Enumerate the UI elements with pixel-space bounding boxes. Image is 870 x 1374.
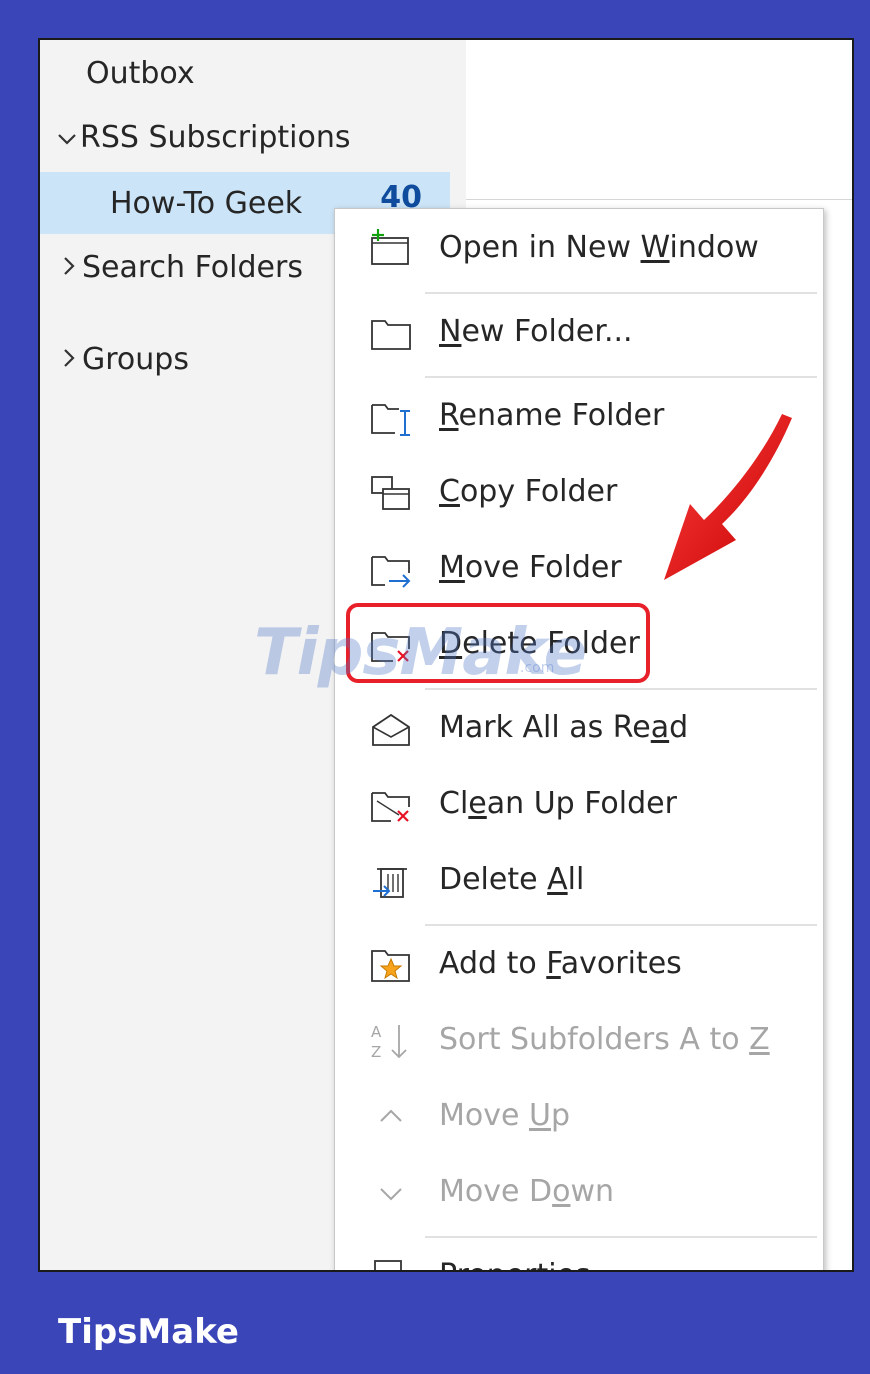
label-suffix: ll — [567, 862, 585, 897]
label-suffix: wn — [570, 1174, 615, 1209]
clean-up-folder-icon — [369, 785, 413, 825]
chevron-right-icon[interactable] — [56, 250, 82, 285]
access-key: U — [529, 1098, 551, 1133]
watermark-text: TipsMake — [254, 616, 587, 690]
label-prefix: Move — [439, 1098, 529, 1133]
properties-icon — [369, 1257, 413, 1270]
menu-item-delete-all[interactable]: Delete All — [335, 847, 825, 915]
access-key: W — [640, 230, 670, 265]
access-key: Z — [749, 1022, 770, 1057]
menu-item-add-to-favorites[interactable]: Add to Favorites — [335, 931, 825, 999]
rename-folder-icon — [369, 397, 413, 437]
new-folder-icon — [369, 313, 413, 353]
menu-item-label: Move Folder — [439, 550, 622, 585]
watermark: TipsMake — [254, 616, 587, 690]
svg-text:Z: Z — [371, 1043, 381, 1061]
access-key: R — [439, 398, 459, 433]
folder-rss-label: RSS Subscriptions — [80, 119, 351, 155]
menu-item-label: Add to Favorites — [439, 946, 682, 981]
label-suffix: an Up Folder — [486, 786, 677, 821]
label-prefix: Delete — [439, 862, 548, 897]
label-suffix: ove Folder — [464, 550, 622, 585]
menu-item-open-new-window[interactable]: Open in New Window — [335, 215, 825, 283]
label-prefix: Cl — [439, 786, 469, 821]
move-down-icon — [369, 1173, 413, 1213]
folder-rss-subscriptions[interactable]: RSS Subscriptions — [40, 106, 466, 168]
access-key: F — [546, 946, 561, 981]
menu-item-move-up: Move Up — [335, 1083, 825, 1151]
label-prefix: Move D — [439, 1174, 553, 1209]
label-suffix: d — [669, 710, 689, 745]
mark-all-read-icon — [369, 709, 413, 749]
menu-separator — [425, 292, 817, 294]
menu-separator — [425, 1236, 817, 1238]
menu-item-move-down: Move Down — [335, 1159, 825, 1227]
menu-item-label: New Folder... — [439, 314, 633, 349]
access-key: e — [468, 786, 487, 821]
open-new-window-icon — [369, 229, 413, 269]
brand-footer: TipsMake — [58, 1312, 239, 1352]
access-key: P — [439, 1258, 457, 1270]
label-suffix: p — [550, 1098, 571, 1133]
label-suffix: ename Folder — [458, 398, 665, 433]
menu-item-label: Copy Folder — [439, 474, 617, 509]
watermark-suffix: .com — [520, 660, 555, 676]
label-suffix: avorites — [560, 946, 682, 981]
label-suffix: opy Folder — [459, 474, 618, 509]
access-key: N — [439, 314, 462, 349]
menu-item-properties[interactable]: Properties — [335, 1243, 825, 1270]
folder-groups-label: Groups — [82, 341, 189, 377]
access-key: C — [439, 474, 460, 509]
folder-how-to-geek-label: How-To Geek — [110, 185, 303, 221]
menu-item-mark-all-read[interactable]: Mark All as Read — [335, 695, 825, 763]
label-prefix: Add to — [439, 946, 547, 981]
menu-item-label: Delete All — [439, 862, 584, 897]
folder-outbox-label: Outbox — [86, 55, 195, 91]
chevron-right-icon[interactable] — [56, 342, 82, 377]
menu-item-label: Move Up — [439, 1098, 570, 1133]
sort-az-icon: AZ — [369, 1021, 413, 1061]
copy-folder-icon — [369, 473, 413, 513]
folder-outbox[interactable]: Outbox — [40, 42, 466, 104]
reading-pane — [466, 40, 852, 200]
chevron-down-icon[interactable] — [54, 120, 80, 155]
menu-item-label: Properties — [439, 1258, 591, 1270]
menu-item-label: Sort Subfolders A to Z — [439, 1022, 770, 1057]
access-key: A — [547, 862, 568, 897]
svg-text:A: A — [371, 1023, 382, 1041]
label-suffix: indow — [669, 230, 759, 265]
menu-separator — [425, 376, 817, 378]
menu-item-label: Rename Folder — [439, 398, 664, 433]
label-suffix: roperties — [457, 1258, 591, 1270]
context-menu: Open in New Window New Folder... Rename Fo… — [334, 208, 825, 1270]
move-folder-icon — [369, 549, 413, 589]
label-prefix: Open in New — [439, 230, 641, 265]
access-key: a — [650, 710, 670, 745]
menu-separator — [425, 924, 817, 926]
menu-item-clean-up-folder[interactable]: Clean Up Folder — [335, 771, 825, 839]
menu-item-label: Mark All as Read — [439, 710, 688, 745]
menu-item-label: Move Down — [439, 1174, 614, 1209]
label-suffix: ew Folder... — [461, 314, 633, 349]
menu-item-sort-az: A Z Sort Subfolders A to Z — [335, 1007, 825, 1075]
label-prefix: Sort Subfolders A to — [439, 1022, 750, 1057]
red-arrow-icon — [664, 414, 792, 580]
access-key: o — [552, 1174, 571, 1209]
menu-item-new-folder[interactable]: New Folder... — [335, 299, 825, 367]
access-key: M — [439, 550, 465, 585]
add-to-favorites-icon — [369, 945, 413, 985]
menu-item-label: Clean Up Folder — [439, 786, 677, 821]
move-up-icon — [369, 1097, 413, 1137]
menu-item-label: Open in New Window — [439, 230, 759, 265]
folder-search-folders-label: Search Folders — [82, 249, 303, 285]
label-prefix: Mark All as Re — [439, 710, 651, 745]
delete-all-icon — [369, 861, 413, 901]
